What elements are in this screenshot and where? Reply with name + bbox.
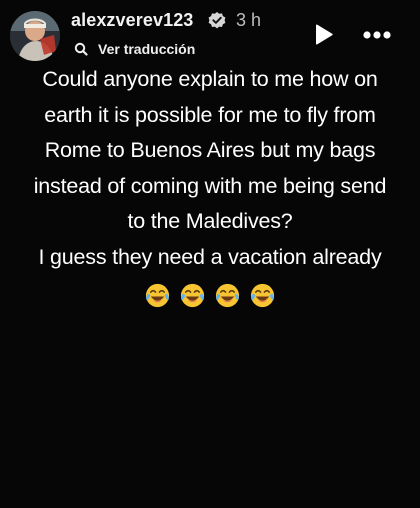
verified-badge-icon <box>208 12 226 29</box>
story-caption: Could anyone explain to me how on earth … <box>14 62 406 307</box>
see-translation-link[interactable]: Ver traducción <box>74 40 195 58</box>
face-with-tears-of-joy-icon <box>146 283 170 307</box>
caption-line: Could anyone explain to me how on <box>42 67 378 91</box>
face-with-tears-of-joy-icon <box>215 283 239 307</box>
post-time: 3 h <box>236 10 262 30</box>
caption-line: earth it is possible for me to fly from <box>44 102 376 127</box>
caption-line: I guess they need a vacation already <box>38 244 382 269</box>
profile-avatar[interactable] <box>10 11 60 61</box>
see-translation-label: Ver traducción <box>98 41 196 57</box>
avatar-image <box>10 11 60 61</box>
play-icon[interactable] <box>310 22 336 48</box>
username[interactable]: alexzverev123 <box>71 10 193 31</box>
more-options-icon[interactable] <box>359 22 395 48</box>
face-with-tears-of-joy-icon <box>181 283 205 307</box>
story-viewer: alexzverev123 3 h Ver traducción Could a… <box>0 0 420 508</box>
emoji-row <box>14 277 406 307</box>
story-header: alexzverev123 3 h Ver traducción <box>0 0 420 66</box>
face-with-tears-of-joy-icon <box>250 283 274 307</box>
caption-line: to the Maledives? <box>127 209 293 233</box>
caption-line: instead of coming with me being send <box>33 173 387 198</box>
translate-icon <box>74 42 88 56</box>
caption-line: Rome to Buenos Aires but my bags <box>44 138 376 162</box>
